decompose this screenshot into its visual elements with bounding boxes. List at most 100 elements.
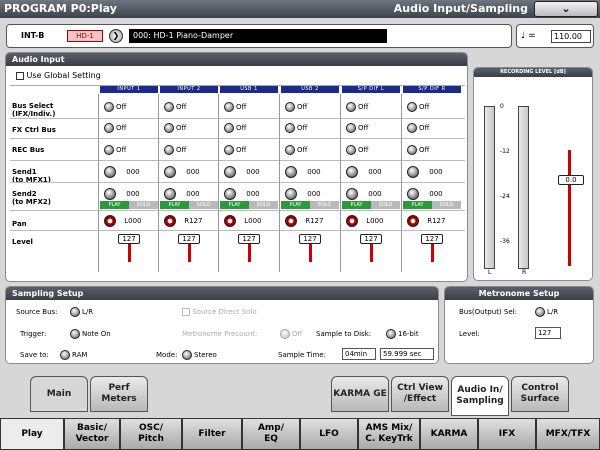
mode-tab-amp-eq[interactable]: Amp/ EQ — [242, 418, 300, 450]
rec-bus-select[interactable]: Off — [224, 145, 246, 155]
mode-tab-mfx-tfx[interactable]: MFX/TFX — [536, 418, 600, 450]
level-fader-knob[interactable]: 127 — [299, 234, 321, 244]
send2-knob[interactable]: 000 — [164, 188, 200, 200]
level-fader-knob[interactable]: 127 — [360, 234, 382, 244]
metronome-precount-select[interactable]: Off — [280, 329, 302, 339]
tab-perf-meters[interactable]: Perf Meters — [90, 376, 148, 412]
mode-tab-play[interactable]: Play — [0, 418, 64, 450]
mode-tab-basic-vector[interactable]: Basic/ Vector — [64, 418, 120, 450]
channel-header: INPUT 1 — [100, 86, 158, 93]
tab-audio-in-sampling[interactable]: Audio In/ Sampling — [451, 376, 509, 416]
solo-button[interactable]: SOLO — [129, 201, 158, 209]
play-button[interactable]: PLAY — [100, 201, 129, 209]
popup-icon — [346, 102, 356, 112]
row-divider — [10, 118, 465, 119]
bus-select[interactable]: Off — [104, 102, 126, 112]
trigger-select[interactable]: Note On — [70, 329, 111, 339]
tab-ctrl-view-effect[interactable]: Ctrl View /Effect — [391, 376, 449, 412]
pan-knob[interactable]: R127 — [164, 215, 202, 227]
send2-knob[interactable]: 000 — [285, 188, 321, 200]
tab-main[interactable]: Main — [30, 376, 88, 412]
page-menu-button[interactable]: ⌄ — [534, 1, 598, 17]
bus-select[interactable]: Off — [164, 102, 186, 112]
popup-icon — [346, 123, 356, 133]
play-button[interactable]: PLAY — [281, 201, 310, 209]
tab-control-surface[interactable]: Control Surface — [511, 376, 569, 412]
row-label: FX Ctrl Bus — [12, 126, 56, 134]
tab-karma-ge[interactable]: KARMA GE — [331, 376, 389, 412]
pan-knob[interactable]: L000 — [104, 215, 142, 227]
source-bus-select[interactable]: L/R — [70, 307, 93, 317]
tempo-field[interactable]: 110.00 — [551, 30, 591, 43]
sample-to-disk-select[interactable]: 16-bit — [386, 329, 419, 339]
level-fader-knob[interactable]: 127 — [118, 234, 140, 244]
rec-bus-select[interactable]: Off — [285, 145, 307, 155]
send1-knob[interactable]: 000 — [285, 166, 321, 178]
play-button[interactable]: PLAY — [220, 201, 249, 209]
rec-bus-select[interactable]: Off — [164, 145, 186, 155]
sample-time-min-field[interactable]: 04min — [342, 348, 376, 360]
send2-knob[interactable]: 000 — [407, 188, 443, 200]
rec-bus-select[interactable]: Off — [407, 145, 429, 155]
bus-select[interactable]: Off — [224, 102, 246, 112]
send2-knob[interactable]: 000 — [224, 188, 260, 200]
fx-ctrl-bus-select[interactable]: Off — [104, 123, 126, 133]
use-global-checkbox[interactable]: Use Global Setting — [16, 71, 101, 80]
rec-level-fader-knob[interactable]: 0.0 — [558, 175, 584, 185]
bus-output-select[interactable]: L/R — [535, 307, 558, 317]
sample-time-sec-field[interactable]: 59.999 sec — [380, 348, 434, 360]
solo-button[interactable]: SOLO — [249, 201, 278, 209]
level-fader-knob[interactable]: 127 — [421, 234, 443, 244]
send2-knob[interactable]: 000 — [104, 188, 140, 200]
source-direct-solo-checkbox[interactable]: Source Direct Solo — [182, 308, 257, 316]
fx-ctrl-bus-select[interactable]: Off — [346, 123, 368, 133]
bus-select[interactable]: Off — [346, 102, 368, 112]
mode-tab-filter[interactable]: Filter — [182, 418, 242, 450]
fx-ctrl-bus-select[interactable]: Off — [407, 123, 429, 133]
send1-knob[interactable]: 000 — [407, 166, 443, 178]
source-bus-label: Source Bus: — [16, 308, 58, 316]
program-name-field[interactable]: 000: HD-1 Piano-Damper — [129, 29, 387, 43]
program-select-icon[interactable]: ❯ — [109, 29, 123, 43]
pan-knob[interactable]: L000 — [346, 215, 384, 227]
rec-bus-select[interactable]: Off — [104, 145, 126, 155]
metronome-level-field[interactable]: 127 — [535, 327, 561, 339]
send2-knob[interactable]: 000 — [346, 188, 382, 200]
mode-tab-karma[interactable]: KARMA — [420, 418, 478, 450]
level-fader-knob[interactable]: 127 — [238, 234, 260, 244]
bus-select[interactable]: Off — [285, 102, 307, 112]
row-divider — [10, 230, 465, 231]
popup-icon — [407, 145, 417, 155]
pan-knob[interactable]: R127 — [285, 215, 323, 227]
send1-knob[interactable]: 000 — [224, 166, 260, 178]
trigger-label: Trigger: — [20, 330, 47, 338]
send1-knob-icon — [104, 166, 116, 178]
rec-bus-select[interactable]: Off — [346, 145, 368, 155]
checkbox-icon — [182, 308, 190, 316]
mode-select[interactable]: Stereo — [182, 350, 217, 360]
save-to-select[interactable]: RAM — [60, 350, 87, 360]
play-button[interactable]: PLAY — [403, 201, 432, 209]
mode-tab-ifx[interactable]: IFX — [478, 418, 536, 450]
bus-select[interactable]: Off — [407, 102, 429, 112]
mode-tab-ams-mix[interactable]: AMS Mix/ C. KeyTrk — [358, 418, 420, 450]
mode-tab-osc-pitch[interactable]: OSC/ Pitch — [120, 418, 182, 450]
solo-button[interactable]: SOLO — [432, 201, 461, 209]
send2-knob-icon — [104, 188, 116, 200]
play-button[interactable]: PLAY — [342, 201, 371, 209]
solo-button[interactable]: SOLO — [310, 201, 339, 209]
solo-button[interactable]: SOLO — [189, 201, 218, 209]
rec-level-fader-track[interactable] — [568, 150, 571, 266]
send1-knob[interactable]: 000 — [346, 166, 382, 178]
mode-tab-lfo[interactable]: LFO — [300, 418, 358, 450]
fx-ctrl-bus-select[interactable]: Off — [224, 123, 246, 133]
fx-ctrl-bus-select[interactable]: Off — [285, 123, 307, 133]
fx-ctrl-bus-select[interactable]: Off — [164, 123, 186, 133]
send1-knob[interactable]: 000 — [164, 166, 200, 178]
solo-button[interactable]: SOLO — [371, 201, 400, 209]
play-button[interactable]: PLAY — [160, 201, 189, 209]
send1-knob[interactable]: 000 — [104, 166, 140, 178]
level-fader-knob[interactable]: 127 — [178, 234, 200, 244]
pan-knob[interactable]: L000 — [224, 215, 262, 227]
pan-knob[interactable]: R127 — [407, 215, 445, 227]
